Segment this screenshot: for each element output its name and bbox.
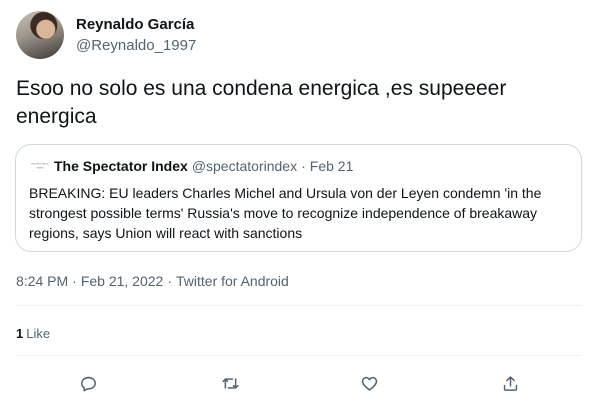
divider	[16, 355, 582, 356]
quoted-separator: ·	[301, 158, 306, 174]
quoted-tweet[interactable]: THE SPECTATOR INDEX The Spectator Index …	[15, 144, 582, 252]
tweet-header: Reynaldo García @Reynaldo_1997	[16, 11, 196, 59]
author-display-name[interactable]: Reynaldo García	[76, 15, 196, 35]
tweet-meta: 8:24 PM · Feb 21, 2022 · Twitter for Android	[16, 272, 289, 290]
tweet-source[interactable]: Twitter for Android	[176, 273, 289, 289]
quoted-author-handle: @spectatorindex	[191, 158, 298, 174]
meta-separator: ·	[72, 273, 77, 289]
tweet-date[interactable]: Feb 21, 2022	[81, 273, 164, 289]
retweet-button[interactable]	[218, 371, 242, 395]
avatar[interactable]	[16, 11, 64, 59]
tweet-actions	[0, 371, 598, 395]
author-handle[interactable]: @Reynaldo_1997	[76, 36, 196, 56]
reply-button[interactable]	[76, 371, 100, 395]
reply-icon	[80, 376, 96, 391]
like-icon	[361, 376, 377, 391]
quoted-tweet-header: THE SPECTATOR INDEX The Spectator Index …	[30, 158, 354, 174]
quoted-avatar: THE SPECTATOR INDEX	[30, 158, 50, 174]
likes-label: Like	[26, 326, 51, 341]
quoted-logo-text-bottom: INDEX	[36, 166, 44, 170]
divider	[16, 305, 582, 306]
share-button[interactable]	[498, 371, 522, 395]
quoted-logo-text-top: THE SPECTATOR	[30, 162, 50, 166]
tweet-text: Esoo no solo es una condena energica ,es…	[16, 77, 507, 128]
quoted-author-name: The Spectator Index	[54, 158, 188, 174]
quoted-tweet-text: BREAKING: EU leaders Charles Michel and …	[29, 185, 542, 241]
retweet-icon	[221, 377, 239, 389]
author-names: Reynaldo García @Reynaldo_1997	[76, 15, 196, 56]
like-button[interactable]	[357, 371, 381, 395]
likes-stat[interactable]: 1 Like	[16, 326, 50, 342]
tweet-time[interactable]: 8:24 PM	[16, 273, 68, 289]
share-icon	[503, 375, 517, 391]
meta-separator: ·	[167, 273, 172, 289]
likes-count: 1	[16, 326, 24, 341]
quoted-date[interactable]: Feb 21	[310, 158, 354, 174]
